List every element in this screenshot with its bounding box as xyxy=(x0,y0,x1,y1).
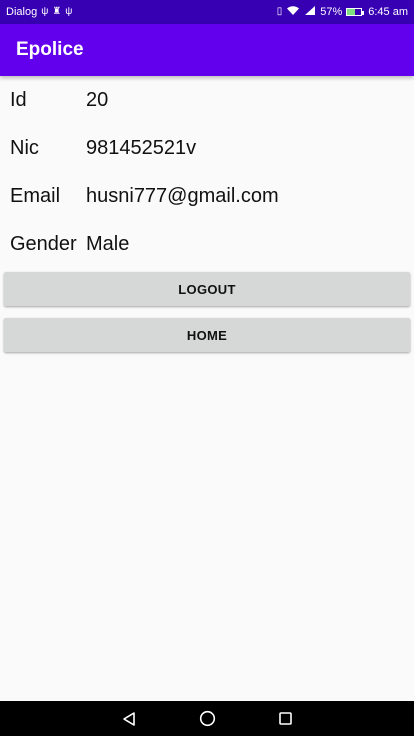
field-row-email: Email husni777@gmail.com xyxy=(0,172,414,220)
nic-label: Nic xyxy=(10,136,39,159)
carrier-name: Dialog xyxy=(6,6,38,18)
logout-button[interactable]: LOGOUT xyxy=(4,272,410,306)
nic-value: 981452521v xyxy=(86,136,197,159)
profile-details: Id 20 Nic 981452521v Email husni777@gmai… xyxy=(0,76,414,268)
usb-icon: ψ xyxy=(65,6,73,17)
status-bar: Dialog ψ ♜ ψ ▯ 57% 6:45 am xyxy=(0,0,414,24)
home-icon[interactable] xyxy=(199,710,216,727)
home-button[interactable]: HOME xyxy=(4,318,410,352)
app-title: Epolice xyxy=(16,39,84,60)
battery-icon xyxy=(346,8,365,16)
navigation-bar xyxy=(0,701,414,736)
usb-icon: ψ xyxy=(41,6,49,17)
gender-value: Male xyxy=(86,232,130,255)
vibrate-icon: ▯ xyxy=(276,6,283,17)
back-icon[interactable] xyxy=(121,711,137,727)
wifi-icon xyxy=(286,5,300,19)
debug-icon: ♜ xyxy=(52,6,62,17)
field-row-nic: Nic 981452521v xyxy=(0,124,414,172)
field-row-id: Id 20 xyxy=(0,76,414,124)
gender-label: Gender xyxy=(10,232,77,255)
status-left: Dialog ψ ♜ ψ xyxy=(6,6,72,18)
id-value: 20 xyxy=(86,88,109,111)
status-right: ▯ 57% 6:45 am xyxy=(277,5,408,19)
battery-percent: 57% xyxy=(320,6,343,18)
signal-icon xyxy=(304,5,316,19)
battery-fill xyxy=(347,9,356,15)
field-row-gender: Gender Male xyxy=(0,220,414,268)
email-value: husni777@gmail.com xyxy=(86,184,279,207)
id-label: Id xyxy=(10,88,27,111)
recents-icon[interactable] xyxy=(278,711,293,726)
app-bar: Epolice xyxy=(0,24,414,76)
clock: 6:45 am xyxy=(368,6,408,18)
email-label: Email xyxy=(10,184,61,207)
